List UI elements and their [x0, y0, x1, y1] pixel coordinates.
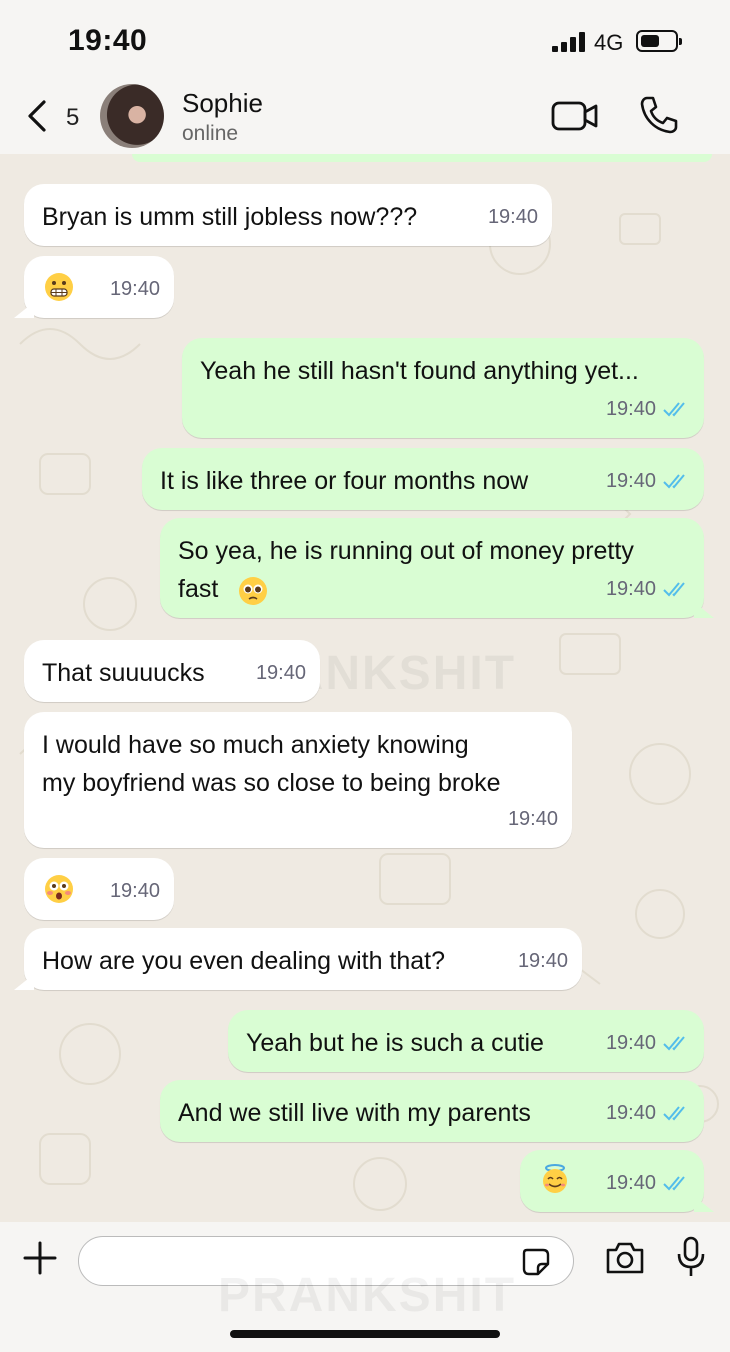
message-composer: PRANKSHIT	[0, 1222, 730, 1352]
message-bubble-outgoing[interactable]: It is like three or four months now 19:4…	[142, 448, 704, 510]
home-indicator[interactable]	[230, 1330, 500, 1338]
message-time: 19:40	[487, 206, 538, 228]
network-type: 4G	[594, 30, 624, 55]
battery-icon	[636, 30, 682, 52]
message-meta: 19:40	[518, 942, 568, 980]
message-time: 19:40	[255, 662, 306, 684]
message-time: 19:40	[109, 880, 160, 902]
flushed-face-icon	[45, 875, 73, 903]
message-meta: 19:40	[606, 390, 690, 428]
message-time: 19:40	[605, 1102, 656, 1124]
message-time: 19:40	[109, 278, 160, 300]
message-text: How are you even dealing with that?	[42, 947, 446, 975]
read-receipt-icon	[663, 1176, 685, 1191]
message-meta: 19:40	[488, 198, 538, 236]
message-bubble-outgoing[interactable]: So yea, he is running out of money prett…	[160, 518, 704, 618]
message-meta: 19:40	[606, 1024, 690, 1062]
message-bubble-outgoing[interactable]: Yeah but he is such a cutie 19:40	[228, 1010, 704, 1072]
message-time: 19:40	[605, 398, 656, 420]
battery-level	[641, 35, 659, 47]
message-bubble-outgoing[interactable]: And we still live with my parents 19:40	[160, 1080, 704, 1142]
message-text: I would have so much anxiety knowing my …	[42, 731, 501, 797]
message-bubble-incoming[interactable]: How are you even dealing with that? 19:4…	[24, 928, 582, 990]
status-time: 19:40	[68, 24, 148, 57]
message-time: 19:40	[605, 1032, 656, 1054]
message-bubble-outgoing[interactable]: 19:40	[520, 1150, 704, 1212]
message-meta: 19:40	[256, 654, 306, 692]
message-text: It is like three or four months now	[160, 467, 529, 495]
message-bubble-incoming[interactable]: Bryan is umm still jobless now??? 19:40	[24, 184, 552, 246]
message-time: 19:40	[605, 470, 656, 492]
smiling-face-with-halo-icon	[543, 1164, 567, 1193]
message-bubble-incoming[interactable]: 19:40	[24, 256, 174, 318]
video-camera-icon[interactable]	[550, 98, 600, 134]
plus-icon[interactable]	[22, 1240, 58, 1276]
pleading-face-icon	[239, 577, 267, 605]
chat-header: 5 Sophie online	[0, 80, 730, 154]
grimacing-face-icon	[45, 273, 73, 301]
message-time: 19:40	[605, 578, 656, 600]
read-receipt-icon	[663, 1106, 685, 1121]
status-bar: 19:40 4G	[0, 0, 730, 80]
message-text: That suuuucks	[42, 659, 205, 687]
microphone-icon[interactable]	[676, 1236, 706, 1278]
message-meta: 19:40	[110, 872, 160, 910]
message-text: Bryan is umm still jobless now???	[42, 203, 418, 231]
chevron-left-icon[interactable]	[22, 96, 52, 136]
conversation[interactable]: PRANKSHIT PRANKSHIT Bryan is umm still j…	[0, 154, 730, 1222]
message-text: Yeah but he is such a cutie	[246, 1029, 544, 1057]
message-time: 19:40	[507, 808, 558, 830]
message-text: And we still live with my parents	[178, 1099, 531, 1127]
message-input[interactable]	[78, 1236, 574, 1286]
message-meta: 19:40	[110, 270, 160, 308]
unread-count[interactable]: 5	[66, 104, 79, 132]
message-meta: 19:40	[606, 462, 690, 500]
message-meta: 19:40	[606, 1164, 690, 1202]
cellular-signal-icon	[552, 32, 586, 52]
sticker-icon[interactable]	[521, 1247, 551, 1277]
message-bubble-incoming[interactable]: That suuuucks 19:40	[24, 640, 320, 702]
read-receipt-icon	[663, 582, 685, 597]
previous-message-edge	[132, 154, 712, 162]
presence-status: online	[182, 122, 239, 145]
message-meta: 19:40	[606, 1094, 690, 1132]
message-meta: 19:40	[606, 570, 690, 608]
camera-icon[interactable]	[604, 1240, 646, 1276]
message-meta: 19:40	[508, 800, 558, 838]
message-bubble-outgoing[interactable]: Yeah he still hasn't found anything yet.…	[182, 338, 704, 438]
read-receipt-icon	[663, 1036, 685, 1051]
contact-name[interactable]: Sophie	[182, 88, 263, 119]
message-bubble-incoming[interactable]: 19:40	[24, 858, 174, 920]
message-text: Yeah he still hasn't found anything yet.…	[200, 357, 639, 385]
read-receipt-icon	[663, 402, 685, 417]
read-receipt-icon	[663, 474, 685, 489]
message-bubble-incoming[interactable]: I would have so much anxiety knowing my …	[24, 712, 572, 848]
avatar[interactable]	[100, 84, 164, 148]
phone-icon[interactable]	[638, 94, 680, 136]
message-time: 19:40	[517, 950, 568, 972]
message-time: 19:40	[605, 1172, 656, 1194]
